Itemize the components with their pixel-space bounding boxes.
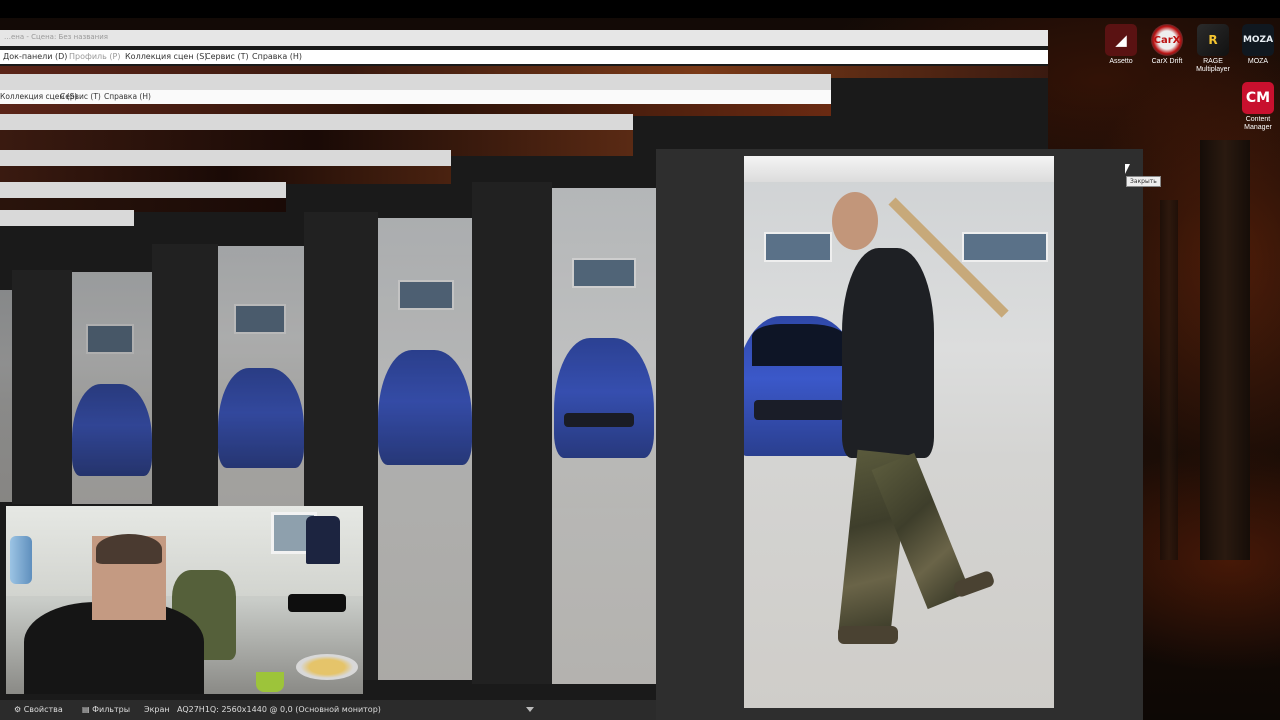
menu-help: Справка (H) [104,92,151,101]
window-title-bar [0,210,134,226]
menu-tools[interactable]: Сервис (T) [205,50,249,64]
garage-window [234,304,286,334]
menu-bar: Коллекция сцен (S) Сервис (T) Справка (H… [0,90,831,104]
video-preview-frame [744,156,1054,708]
menu-docks[interactable]: Док-панели (D) [3,50,67,64]
window-title-bar: …ена - Сцена: Без названия [0,30,1048,46]
mouse-cursor-icon [1125,164,1130,174]
icon-label: Assetto [1109,58,1133,65]
blue-car [218,368,304,468]
garage-window [572,258,636,288]
menu-profile[interactable]: Профиль (P) [69,50,120,64]
garage-preview-copy [378,218,472,680]
top-black-bar [0,0,1280,18]
webcam-overlay [6,506,363,694]
window-title-bar [0,114,633,130]
video-preview-panel[interactable] [656,149,1143,720]
filters-label: Фильтры [92,705,131,714]
garage-preview-copy [552,188,656,684]
icon-label: MOZA [1247,58,1269,65]
garage-preview-copy [218,246,304,506]
person-head [186,550,214,580]
content-manager-icon: CM [1242,82,1274,114]
window-title-bar [0,74,831,90]
hair [96,534,162,564]
close-tooltip: Закрыть [1126,176,1161,187]
icon-label: Content Manager [1244,116,1272,131]
garage-window [86,324,134,354]
garage-window-left [764,232,832,262]
rage-mp-icon: R [1197,24,1229,56]
car-windshield [752,324,848,366]
car-grille [564,413,634,427]
menu-bar: Док-панели (D) Профиль (P) Коллекция сце… [0,50,1048,64]
carx-drift-icon: CarX [1151,24,1183,56]
water-bottle [10,536,32,584]
panel-overlay [152,244,218,506]
blue-car [554,338,654,458]
panel-overlay [12,270,72,504]
screen-select[interactable]: AQ27H1Q: 2560x1440 @ 0,0 (Основной монит… [177,700,381,720]
camera-device [288,594,346,612]
garage-preview-copy [0,290,12,502]
filters-button[interactable]: ▤ Фильтры [82,700,130,720]
tree-trunk [1200,140,1250,560]
hanging-jacket [306,516,340,564]
screen-label: Экран [144,705,170,714]
properties-label: Свойства [23,705,63,714]
window-title: …ена - Сцена: Без названия [4,33,108,41]
panel-overlay [472,182,552,684]
green-cup [256,672,284,692]
obs-status-bar: ⚙ Свойства ▤ Фильтры Экран AQ27H1Q: 2560… [0,700,656,720]
person-head [832,192,878,250]
moza-icon: MOZA [1242,24,1274,56]
menu-scene-collection[interactable]: Коллекция сцен (S) [125,50,207,64]
car-grille [754,400,844,420]
tree-trunk [1160,200,1178,560]
assetto-icon: ◢ [1105,24,1137,56]
window-title-bar [0,182,286,198]
window-title-bar [0,150,451,166]
properties-button[interactable]: ⚙ Свойства [14,700,63,720]
ceiling-light [744,156,1054,182]
garage-preview-copy [72,272,152,504]
person-torso [842,248,934,458]
chevron-down-icon[interactable] [526,707,534,712]
gear-icon: ⚙ [14,705,22,714]
shoe [838,626,898,644]
menu-help[interactable]: Справка (H) [252,50,302,64]
desktop-icon-content-manager[interactable]: CM Content Manager [1232,82,1280,132]
garage-window [398,280,454,310]
blue-car [72,384,152,476]
filter-icon: ▤ [82,705,90,714]
plate-food [296,654,358,680]
garage-window-right [962,232,1048,262]
desktop-icon-moza[interactable]: MOZA MOZA [1232,24,1280,66]
icon-label: CarX Drift [1151,58,1183,65]
desktop-icon-carx[interactable]: CarX CarX Drift [1141,24,1193,66]
desktop-icon-assetto[interactable]: ◢ Assetto [1095,24,1147,66]
menu-tools: Сервис (T) [60,92,101,101]
blue-car [378,350,472,465]
